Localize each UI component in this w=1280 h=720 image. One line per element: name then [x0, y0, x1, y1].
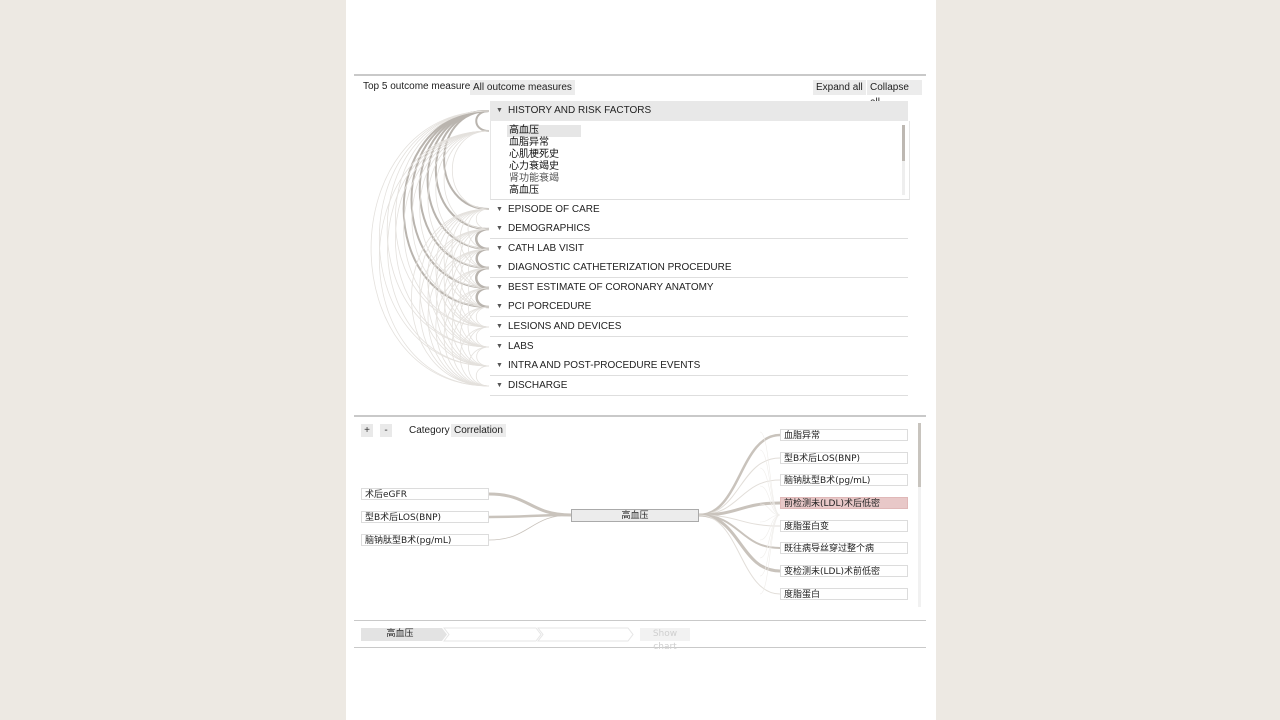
show-chart-button[interactable]: Show chart	[640, 628, 690, 652]
breadcrumb-shapes	[361, 627, 690, 642]
breadcrumb-step[interactable]: 高血压	[361, 628, 439, 641]
